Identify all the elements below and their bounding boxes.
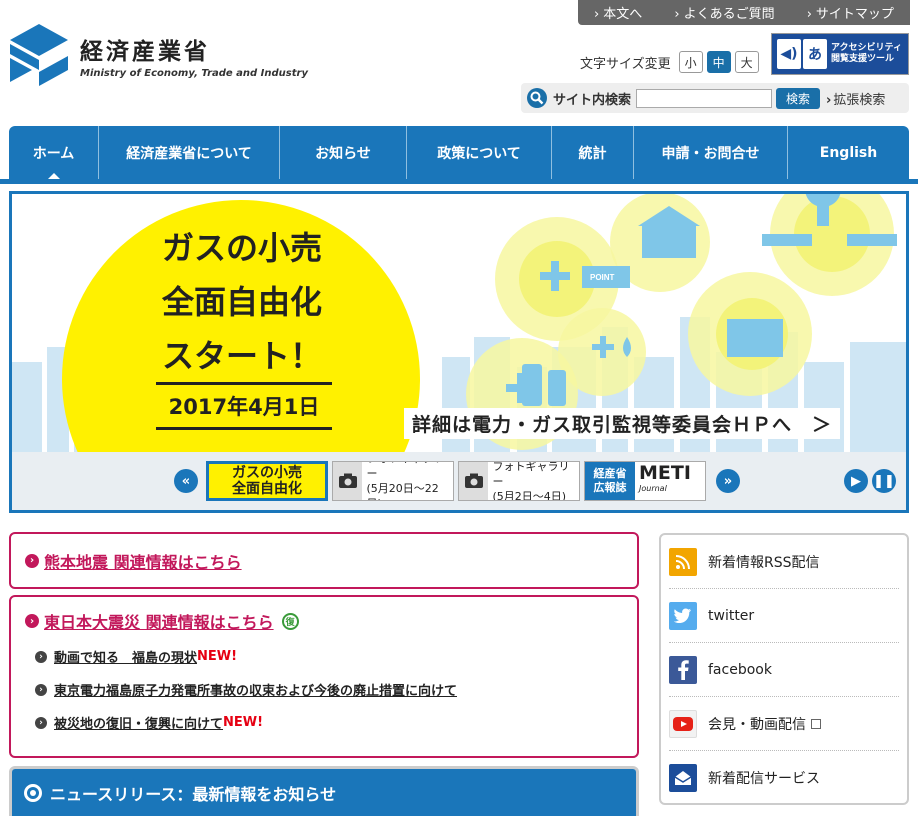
side-item-rss[interactable]: 新着情報RSS配信 bbox=[669, 535, 899, 589]
nav-policy[interactable]: 政策について bbox=[407, 126, 552, 179]
nav-about[interactable]: 経済産業省について bbox=[99, 126, 280, 179]
side-item-mail[interactable]: 新着配信サービス bbox=[669, 751, 899, 805]
hero-slide[interactable]: POINT ガスの小売 全面自由化 スタート！ 2017年4月1日 詳細は電力・… bbox=[12, 194, 906, 452]
carousel-thumb-gas[interactable]: ガスの小売 全面自由化 bbox=[206, 461, 328, 501]
new-badge: NEW! bbox=[223, 715, 264, 730]
nav-underline bbox=[0, 179, 918, 184]
side-links-panel: 新着情報RSS配信 twitter facebook 会見・動画配信 新着配信サ… bbox=[659, 533, 909, 805]
hero-carousel: POINT ガスの小売 全面自由化 スタート！ 2017年4月1日 詳細は電力・… bbox=[9, 191, 909, 513]
external-link-icon bbox=[811, 718, 821, 729]
side-item-video[interactable]: 会見・動画配信 bbox=[669, 697, 899, 751]
speaker-icon: ◀) bbox=[777, 39, 801, 69]
carousel-thumbnail-bar: « ガスの小売全面自由化 フォトギャラリー(5月20日～22日) フォトギャラリ… bbox=[12, 452, 906, 510]
search-label: サイト内検索 bbox=[553, 92, 632, 108]
list-item: › 東京電力福島原子力発電所事故の収束および今後の廃止措置に向けて bbox=[35, 680, 623, 699]
utility-nav: 本文へ よくあるご質問 サイトマップ bbox=[578, 0, 910, 25]
advanced-search-link[interactable]: 拡張検索 bbox=[826, 89, 885, 108]
twitter-icon bbox=[669, 601, 697, 630]
text-size-large-button[interactable]: 大 bbox=[734, 51, 759, 73]
fukko-badge-icon: 復 bbox=[281, 612, 299, 630]
tohoku-alert-box: › 東日本大震災 関連情報はこちら 復 › 動画で知る 福島の現状 NEW! ›… bbox=[9, 595, 639, 758]
hiragana-a-icon: あ bbox=[803, 39, 827, 69]
hero-cta-text: 詳細は電力・ガス取引監視等委員会ＨＰへ ＞ bbox=[404, 408, 841, 439]
carousel-thumb-photo2[interactable]: フォトギャラリー (5月2日～4日) bbox=[458, 461, 580, 501]
logo-title-ja: 経済産業省 bbox=[80, 38, 210, 65]
facebook-icon bbox=[669, 655, 697, 684]
logo-title-en: Ministry of Economy, Trade and Industry bbox=[80, 67, 308, 79]
site-logo[interactable]: 経済産業省 Ministry of Economy, Trade and Ind… bbox=[10, 24, 308, 86]
nav-statistics[interactable]: 統計 bbox=[552, 126, 634, 179]
mail-icon bbox=[669, 764, 697, 792]
news-release-header: ニュースリリース：最新情報をお知らせ bbox=[12, 769, 636, 816]
accessibility-label-line2: 閲覧支援ツール bbox=[831, 54, 895, 64]
nav-home[interactable]: ホーム bbox=[9, 126, 99, 179]
list-item: › 被災地の復旧・復興に向けて NEW! bbox=[35, 713, 623, 732]
side-item-twitter[interactable]: twitter bbox=[669, 589, 899, 643]
camera-icon bbox=[459, 462, 489, 500]
util-link-faq[interactable]: よくあるご質問 bbox=[674, 3, 775, 22]
camera-icon bbox=[333, 462, 363, 500]
search-input[interactable] bbox=[636, 88, 773, 108]
util-link-sitemap[interactable]: サイトマップ bbox=[807, 3, 894, 22]
kumamoto-alert-box: › 熊本地震 関連情報はこちら bbox=[9, 532, 639, 589]
accessibility-label-line1: アクセシビリティ bbox=[831, 43, 903, 53]
site-search: サイト内検索 検索 拡張検索 bbox=[521, 83, 909, 113]
nav-contact[interactable]: 申請・お問合せ bbox=[634, 126, 788, 179]
news-release-title: ニュースリリース：最新情報をお知らせ bbox=[50, 785, 337, 804]
chevron-right-icon: › bbox=[25, 553, 39, 568]
kumamoto-earthquake-link[interactable]: › 熊本地震 関連情報はこちら bbox=[25, 549, 242, 573]
text-size-control: 文字サイズ変更 小 中 大 bbox=[580, 51, 763, 73]
nav-english[interactable]: English bbox=[788, 126, 909, 179]
chevron-right-icon: › bbox=[35, 650, 47, 663]
carousel-play-button[interactable]: ▶ bbox=[844, 469, 868, 493]
chevron-right-icon: › bbox=[35, 683, 47, 696]
carousel-thumb-photo1[interactable]: フォトギャラリー(5月20日～22日) bbox=[332, 461, 454, 501]
search-button[interactable]: 検索 bbox=[776, 87, 821, 109]
carousel-prev-button[interactable]: « bbox=[174, 469, 198, 493]
accessibility-tool-button[interactable]: ◀) あ アクセシビリティ 閲覧支援ツール bbox=[771, 33, 909, 75]
reconstruction-link[interactable]: 被災地の復旧・復興に向けて bbox=[54, 713, 223, 732]
news-release-section: ニュースリリース：最新情報をお知らせ bbox=[9, 766, 639, 816]
carousel-next-button[interactable]: » bbox=[716, 469, 740, 493]
util-link-main-content[interactable]: 本文へ bbox=[594, 3, 642, 22]
tohoku-earthquake-link[interactable]: › 東日本大震災 関連情報はこちら bbox=[25, 609, 274, 633]
tohoku-link-list: › 動画で知る 福島の現状 NEW! › 東京電力福島原子力発電所事故の収束およ… bbox=[25, 647, 623, 732]
chevron-right-icon: › bbox=[25, 614, 39, 628]
text-size-label: 文字サイズ変更 bbox=[580, 56, 671, 72]
new-badge: NEW! bbox=[197, 649, 238, 664]
text-size-medium-button[interactable]: 中 bbox=[706, 51, 731, 73]
side-item-facebook[interactable]: facebook bbox=[669, 643, 899, 697]
decommissioning-link[interactable]: 東京電力福島原子力発電所事故の収束および今後の廃止措置に向けて bbox=[54, 680, 457, 699]
text-size-small-button[interactable]: 小 bbox=[678, 51, 703, 73]
fukushima-video-link[interactable]: 動画で知る 福島の現状 bbox=[54, 647, 197, 666]
meti-logo-icon bbox=[10, 24, 68, 86]
global-nav: ホーム 経済産業省について お知らせ 政策について 統計 申請・お問合せ Eng… bbox=[9, 126, 909, 179]
circle-bullet-icon bbox=[24, 784, 42, 802]
hero-date: 2017年4月1日 bbox=[156, 382, 332, 430]
chevron-right-icon: › bbox=[35, 716, 47, 729]
search-icon bbox=[527, 88, 547, 108]
nav-news[interactable]: お知らせ bbox=[280, 126, 407, 179]
list-item: › 動画で知る 福島の現状 NEW! bbox=[35, 647, 623, 666]
rss-icon bbox=[669, 547, 697, 576]
carousel-pause-button[interactable]: ❚❚ bbox=[872, 469, 896, 493]
carousel-thumb-meti-journal[interactable]: 経産省 広報誌 METI Journal bbox=[584, 461, 706, 501]
point-label: POINT bbox=[590, 273, 615, 282]
youtube-icon bbox=[669, 709, 697, 738]
hero-title: ガスの小売 全面自由化 スタート！ bbox=[161, 229, 322, 375]
